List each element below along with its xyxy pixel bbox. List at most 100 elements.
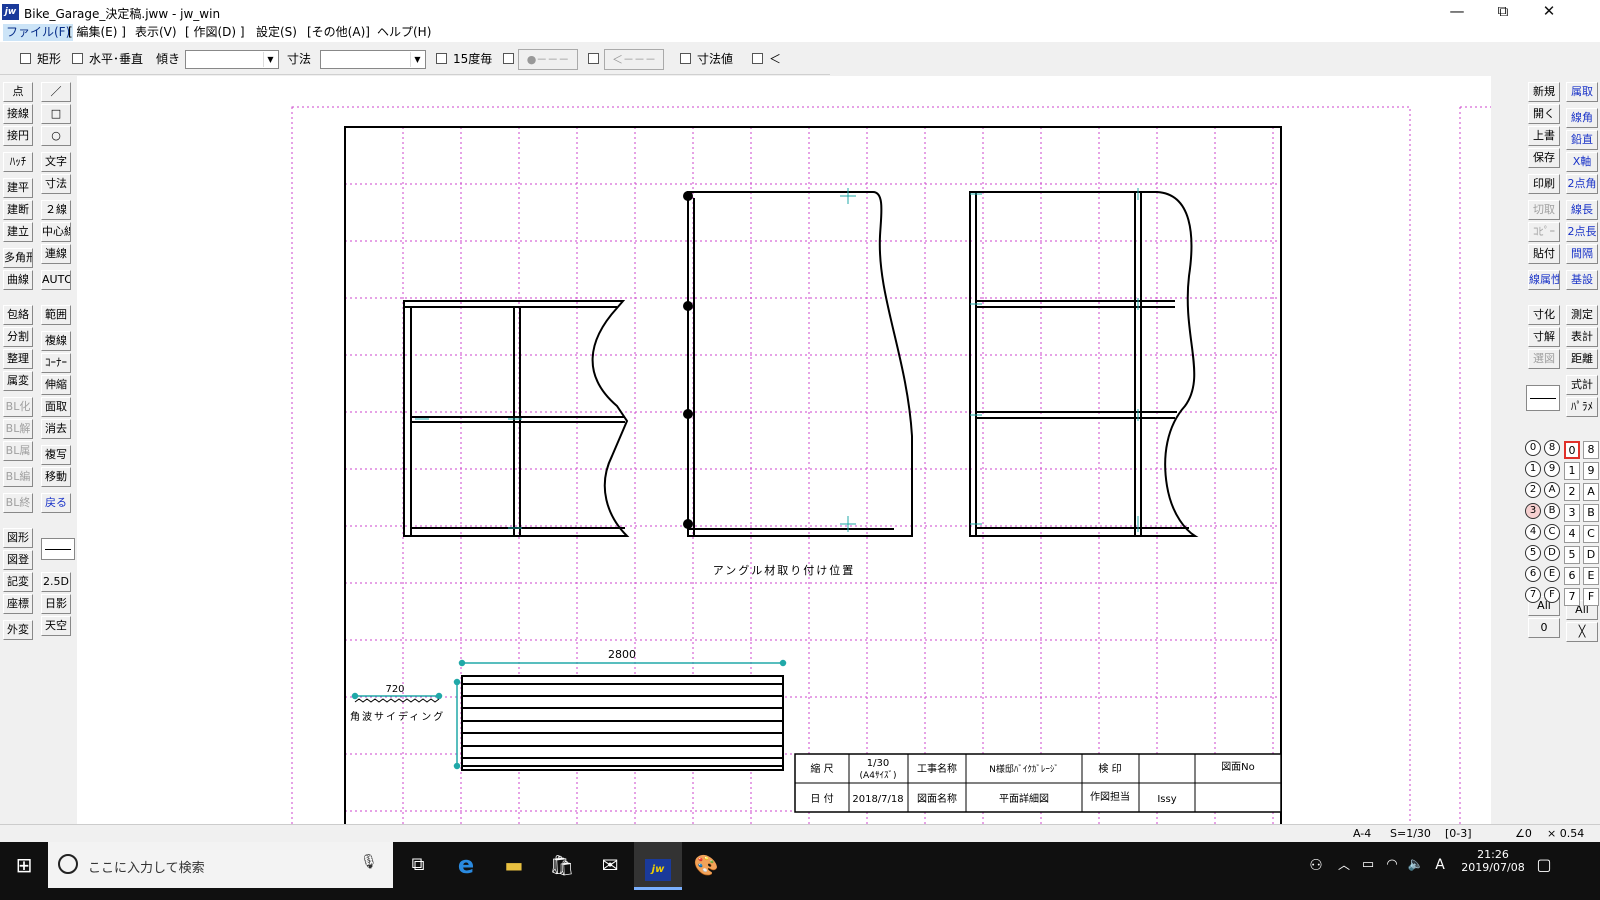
left-tools-b-button-3[interactable]: 文字 (41, 152, 71, 172)
left-tools-b-button-4[interactable]: 寸法 (41, 174, 71, 194)
layer-6[interactable]: 6 (1564, 567, 1580, 585)
rect-checkbox[interactable] (20, 53, 31, 64)
close-button[interactable]: ✕ (1526, 0, 1572, 22)
wifi-icon[interactable]: ◠ (1380, 842, 1404, 890)
right-tools-b-button-6[interactable]: 2点長 (1566, 222, 1598, 242)
last-option[interactable]: ＜ (752, 52, 781, 68)
left-tools-b-button-8[interactable]: AUTO (41, 270, 71, 290)
ime-indicator[interactable]: A (1428, 842, 1452, 890)
rect-option[interactable]: 矩形 (20, 52, 61, 68)
right-tools-b-button-8[interactable]: 基設 (1566, 270, 1598, 290)
menu-help[interactable]: ヘルプ(H) (374, 24, 434, 41)
right-tools-a-button-8[interactable]: 線属性 (1528, 270, 1560, 290)
right-tools-a-button-0[interactable]: 新規 (1528, 82, 1560, 102)
edge-icon[interactable]: e (442, 842, 490, 890)
left-tools-a-button-1[interactable]: 接線 (3, 104, 33, 124)
left-tools-b-button-0[interactable]: ／ (41, 82, 71, 102)
left-tools-a-button-12[interactable]: 属変 (3, 371, 33, 391)
checkbox[interactable] (503, 53, 514, 64)
left-tools-b-button-9[interactable]: 範囲 (41, 305, 71, 325)
layer-1[interactable]: 1 (1564, 462, 1580, 480)
slope-combo[interactable]: ▼ (185, 50, 279, 69)
layer-3[interactable]: 3 (1564, 504, 1580, 522)
right-tools-b-button-9[interactable]: 測定 (1566, 305, 1598, 325)
right-tools-b-button-13[interactable]: ﾊﾟﾗﾒ (1566, 397, 1598, 417)
left-tools-a-button-22[interactable]: 外変 (3, 620, 33, 640)
dim-value-checkbox[interactable] (680, 53, 691, 64)
left-tools-b-button-20[interactable]: 天空 (41, 616, 71, 636)
left-tools-a-button-4[interactable]: 建平 (3, 178, 33, 198)
checkbox[interactable] (588, 53, 599, 64)
taskbar-search-box[interactable]: ここに入力して検索 🎙 (48, 842, 393, 888)
option-checkbox-2[interactable] (588, 52, 605, 68)
right-tools-b-button-3[interactable]: X軸 (1566, 152, 1598, 172)
layer-5[interactable]: 5 (1564, 546, 1580, 564)
last-checkbox[interactable] (752, 53, 763, 64)
layer-group-1[interactable]: 1 (1525, 461, 1541, 477)
menu-file[interactable]: ファイル(F) (3, 24, 74, 41)
store-icon[interactable]: 🛍 (538, 842, 586, 890)
right-tools-b-button-15[interactable]: ╳ (1566, 622, 1598, 642)
layer-0[interactable]: 0 (1564, 441, 1580, 459)
right-tools-b-button-10[interactable]: 表計 (1566, 327, 1598, 347)
right-tools-b-button-0[interactable]: 属取 (1566, 82, 1598, 102)
dim-value-option[interactable]: 寸法値 (680, 52, 733, 68)
left-tools-a-button-16[interactable]: BL編 (3, 467, 33, 487)
drawing-canvas[interactable]: アングル材取り付け位置 2800 720 角波サイディング 縮 尺 1/30 (… (77, 76, 1491, 828)
chevron-up-icon[interactable]: ︿ (1332, 842, 1356, 890)
left-tools-b-button-10[interactable]: 複線 (41, 331, 71, 351)
left-tools-b-button-2[interactable]: ○ (41, 126, 71, 146)
left-line-style-preview[interactable] (41, 538, 75, 560)
mail-icon[interactable]: ✉ (586, 842, 634, 890)
task-view-icon[interactable]: ⧉ (394, 842, 442, 890)
right-tools-a-button-2[interactable]: 上書 (1528, 126, 1560, 146)
right-tools-b-button-7[interactable]: 間隔 (1566, 244, 1598, 264)
right-tools-b-button-12[interactable]: 式計 (1566, 375, 1598, 395)
deg15-checkbox[interactable] (436, 53, 447, 64)
layer-group-2[interactable]: 2 (1525, 482, 1541, 498)
layer-group-5[interactable]: 5 (1525, 545, 1541, 561)
left-tools-b-button-14[interactable]: 消去 (41, 419, 71, 439)
menu-draw[interactable]: [ 作図(D) ] (182, 24, 248, 41)
battery-icon[interactable]: ▭ (1356, 842, 1380, 890)
dim-combo[interactable]: ▼ (320, 50, 426, 69)
layer-9[interactable]: 9 (1583, 462, 1599, 480)
left-tools-a-button-17[interactable]: BL終 (3, 493, 33, 513)
file-explorer-icon[interactable]: ▬ (490, 842, 538, 890)
left-tools-b-button-13[interactable]: 面取 (41, 397, 71, 417)
layer-7[interactable]: 7 (1564, 588, 1580, 606)
menu-edit[interactable]: [ 編集(E) ] (65, 24, 129, 41)
layer-group-D[interactable]: D (1544, 545, 1560, 561)
left-tools-a-button-9[interactable]: 包絡 (3, 305, 33, 325)
left-tools-a-button-5[interactable]: 建断 (3, 200, 33, 220)
left-tools-a-button-6[interactable]: 建立 (3, 222, 33, 242)
right-tools-a-button-9[interactable]: 寸化 (1528, 305, 1560, 325)
layer-group-4[interactable]: 4 (1525, 524, 1541, 540)
left-tools-a-button-14[interactable]: BL解 (3, 419, 33, 439)
minimize-button[interactable]: — (1434, 0, 1480, 22)
layer-E[interactable]: E (1583, 567, 1599, 585)
layer-group-E[interactable]: E (1544, 566, 1560, 582)
right-tools-b-button-11[interactable]: 距離 (1566, 349, 1598, 369)
left-tools-b-button-6[interactable]: 中心線 (41, 222, 71, 242)
dot-line-button[interactable]: ●－－－ (518, 49, 578, 70)
left-tools-b-button-12[interactable]: 伸縮 (41, 375, 71, 395)
jw-cad-taskbar-icon[interactable]: jw (634, 842, 682, 890)
layer-group-7[interactable]: 7 (1525, 587, 1541, 603)
right-tools-a-button-6[interactable]: ｺﾋﾟｰ (1528, 222, 1560, 242)
volume-icon[interactable]: 🔈 (1404, 842, 1428, 890)
left-tools-b-button-19[interactable]: 日影 (41, 594, 71, 614)
left-tools-a-button-2[interactable]: 接円 (3, 126, 33, 146)
hv-checkbox[interactable] (72, 53, 83, 64)
left-tools-b-button-7[interactable]: 連線 (41, 244, 71, 264)
left-tools-a-button-13[interactable]: BL化 (3, 397, 33, 417)
layer-4[interactable]: 4 (1564, 525, 1580, 543)
deg15-option[interactable]: 15度毎 (436, 52, 492, 68)
layer-2[interactable]: 2 (1564, 483, 1580, 501)
right-tools-b-button-4[interactable]: 2点角 (1566, 174, 1598, 194)
layer-group-B[interactable]: B (1544, 503, 1560, 519)
right-tools-b-button-1[interactable]: 線角 (1566, 108, 1598, 128)
menu-settings[interactable]: 設定(S) (253, 24, 300, 41)
left-tools-b-button-5[interactable]: ２線 (41, 200, 71, 220)
layer-F[interactable]: F (1583, 588, 1599, 606)
